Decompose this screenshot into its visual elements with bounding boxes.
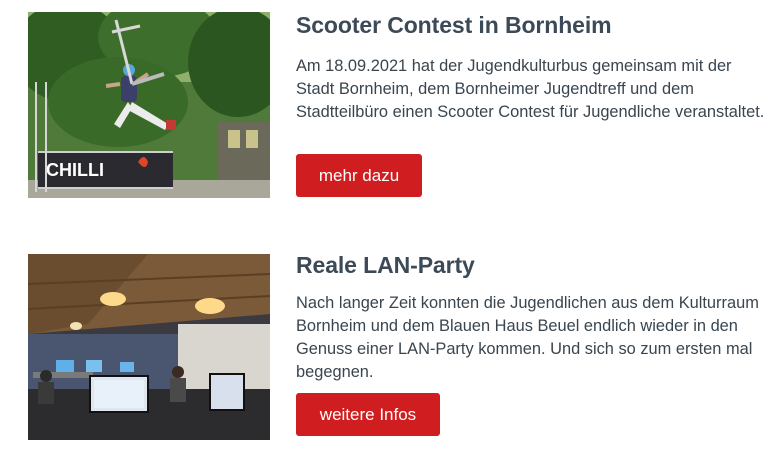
weitere-infos-button[interactable]: weitere Infos: [296, 393, 440, 436]
lan-party-photo[interactable]: [28, 254, 270, 440]
article-title[interactable]: Scooter Contest in Bornheim: [296, 12, 612, 39]
article-lan-party: Reale LAN-Party Nach langer Zeit konnten…: [0, 234, 780, 468]
chilli-banner-text: CHILLI: [46, 160, 104, 180]
article-title[interactable]: Reale LAN-Party: [296, 252, 475, 279]
article-teaser-text: Nach langer Zeit konnten die Jugendliche…: [296, 294, 759, 381]
article-scooter-contest: CHILLI Scooter Contest in Bornheim Am 18…: [0, 0, 780, 234]
article-teaser-text: Am 18.09.2021 hat der Jugendkulturbus ge…: [296, 57, 765, 121]
scooter-contest-photo[interactable]: CHILLI: [28, 12, 270, 198]
mehr-dazu-button[interactable]: mehr dazu: [296, 154, 422, 197]
